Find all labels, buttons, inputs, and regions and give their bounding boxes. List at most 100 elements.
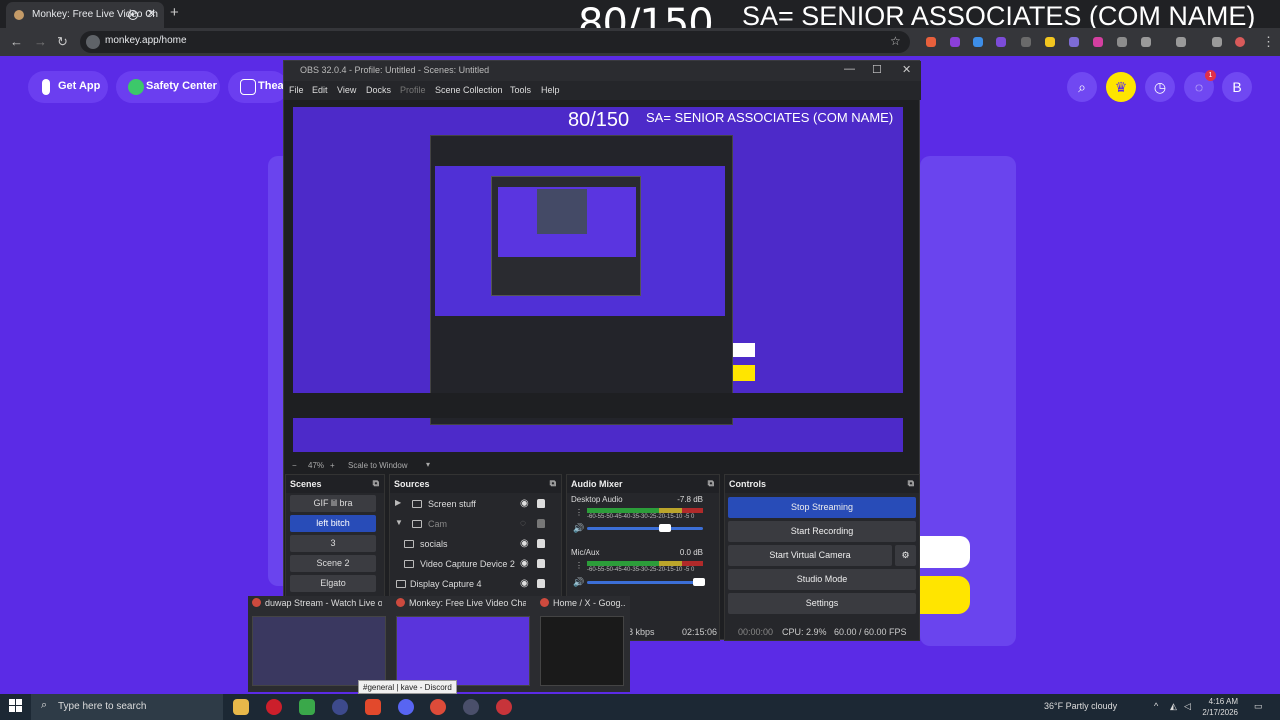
dock-float-icon[interactable]: ⧉ — [373, 478, 379, 489]
speaker-icon[interactable]: 🔊 — [573, 577, 584, 588]
studio-mode-button[interactable]: Studio Mode — [728, 569, 916, 590]
obs-icon[interactable] — [463, 699, 479, 715]
channel-menu-icon[interactable]: ⋮ — [575, 561, 583, 570]
thumbnail-title[interactable]: Monkey: Free Live Video Chat t... — [396, 598, 526, 608]
bookmark-star-icon[interactable]: ☆ — [890, 34, 901, 48]
tray-chevron-icon[interactable]: ^ — [1154, 701, 1158, 711]
extension-icon[interactable] — [1117, 37, 1127, 47]
zoom-minus-icon[interactable]: − — [292, 461, 297, 470]
profile-avatar-icon[interactable] — [1235, 37, 1245, 47]
network-icon[interactable]: ◭ — [1170, 701, 1177, 712]
search-icon[interactable]: ⌕ — [1067, 72, 1097, 102]
volume-slider[interactable] — [587, 581, 703, 584]
scene-item-selected[interactable]: left bitch — [290, 515, 376, 532]
extension-icon[interactable] — [996, 37, 1006, 47]
source-item[interactable]: Display Capture 4 ◉ — [390, 575, 560, 594]
weather-widget[interactable]: 36°F Partly cloudy — [1044, 701, 1117, 711]
forward-icon[interactable]: → — [34, 34, 47, 49]
app-icon[interactable] — [332, 699, 348, 715]
extension-icon[interactable] — [926, 37, 936, 47]
volume-knob[interactable] — [693, 578, 705, 586]
discord-icon[interactable] — [398, 699, 414, 715]
scene-item[interactable]: Scene 2 — [290, 555, 376, 572]
start-virtual-camera-button[interactable]: Start Virtual Camera — [728, 545, 892, 566]
extension-icon[interactable] — [1021, 37, 1031, 47]
menu-edit[interactable]: Edit — [312, 85, 328, 95]
lock-icon[interactable] — [537, 499, 545, 508]
settings-button[interactable]: Settings — [728, 593, 916, 614]
notification-icon[interactable]: ▭ — [1254, 701, 1263, 712]
white-button-edge[interactable] — [920, 536, 970, 568]
minimize-icon[interactable]: — — [844, 63, 855, 75]
extension-icon[interactable] — [973, 37, 983, 47]
opera-icon[interactable] — [266, 699, 282, 715]
speaker-icon[interactable]: 🔊 — [573, 523, 584, 534]
chrome-icon[interactable] — [430, 699, 446, 715]
extension-icon[interactable] — [1045, 37, 1055, 47]
taskbar-clock[interactable]: 4:16 AM 2/17/2026 — [1196, 696, 1238, 718]
extension-icon[interactable] — [950, 37, 960, 47]
menu-scene-collection[interactable]: Scene Collection — [435, 85, 503, 95]
safety-center-button[interactable]: Safety Center — [116, 71, 220, 103]
clock-icon[interactable]: ◷ — [1145, 72, 1175, 102]
eye-icon[interactable]: ◉ — [520, 578, 529, 589]
windows-start-icon[interactable] — [9, 699, 23, 713]
volume-slider[interactable] — [587, 527, 703, 530]
thumbnail-title[interactable]: Home / X - Goog... — [540, 598, 626, 608]
lock-icon[interactable] — [537, 579, 545, 588]
extensions-puzzle-icon[interactable] — [1141, 37, 1151, 47]
crown-icon[interactable]: ♛ — [1106, 72, 1136, 102]
app-icon[interactable] — [496, 699, 512, 715]
reload-icon[interactable]: ↻ — [57, 34, 68, 50]
chevron-down-icon[interactable]: ▾ — [426, 460, 430, 469]
menu-icon[interactable]: ⋮ — [1262, 34, 1275, 50]
volume-icon[interactable]: ◁ — [1184, 701, 1191, 712]
gear-icon[interactable]: ⚙ — [895, 545, 916, 566]
source-item[interactable]: ▼ Cam ◌ — [390, 515, 560, 534]
profile-icon[interactable]: B — [1222, 72, 1252, 102]
menu-docks[interactable]: Docks — [366, 85, 391, 95]
chevron-down-icon[interactable]: ▼ — [395, 518, 403, 527]
vpn-lock-icon[interactable] — [299, 699, 315, 715]
eye-icon[interactable]: ◉ — [520, 558, 529, 569]
site-info-icon[interactable] — [86, 35, 100, 49]
extension-icon[interactable] — [1093, 37, 1103, 47]
eye-icon[interactable]: ◉ — [520, 498, 529, 509]
thumbnail-preview[interactable] — [396, 616, 530, 686]
cast-icon[interactable] — [1176, 37, 1186, 47]
obs-preview[interactable]: 80/150 SA= SENIOR ASSOCIATES (COM NAME) — [293, 107, 903, 452]
thumbnail-preview[interactable] — [540, 616, 624, 686]
thumbnail-preview[interactable] — [252, 616, 386, 686]
close-icon[interactable]: ✕ — [902, 63, 911, 76]
maximize-icon[interactable]: ☐ — [872, 63, 882, 76]
eye-hidden-icon[interactable]: ◌ — [520, 518, 526, 529]
menu-file[interactable]: File — [289, 85, 304, 95]
source-item[interactable]: socials ◉ — [390, 535, 560, 554]
url-input[interactable]: monkey.app/home — [80, 31, 910, 53]
dock-float-icon[interactable]: ⧉ — [708, 478, 714, 489]
taskbar-search-input[interactable]: ⌕ Type here to search — [31, 694, 223, 720]
dock-float-icon[interactable]: ⧉ — [550, 478, 556, 489]
chevron-right-icon[interactable]: ▶ — [395, 498, 401, 507]
brave-icon[interactable] — [365, 699, 381, 715]
back-icon[interactable]: ← — [10, 34, 23, 49]
lock-icon[interactable] — [537, 519, 545, 528]
yellow-button-edge[interactable] — [920, 576, 970, 614]
source-item[interactable]: ▶ Screen stuff ◉ — [390, 495, 560, 514]
channel-menu-icon[interactable]: ⋮ — [575, 508, 583, 517]
lock-icon[interactable] — [537, 539, 545, 548]
media-icon[interactable] — [1212, 37, 1222, 47]
theater-button[interactable]: Thea — [228, 71, 288, 103]
menu-tools[interactable]: Tools — [510, 85, 531, 95]
get-app-button[interactable]: Get App — [28, 71, 108, 103]
browser-tab[interactable]: Monkey: Free Live Video Ch ✕ — [6, 2, 164, 28]
start-recording-button[interactable]: Start Recording — [728, 521, 916, 542]
scene-item[interactable]: GIF lil bra — [290, 495, 376, 512]
file-explorer-icon[interactable] — [233, 699, 249, 715]
extension-icon[interactable] — [1069, 37, 1079, 47]
zoom-plus-icon[interactable]: + — [330, 461, 335, 470]
scene-item[interactable]: Elgato — [290, 575, 376, 592]
scale-to-window[interactable]: Scale to Window — [348, 461, 408, 470]
menu-view[interactable]: View — [337, 85, 356, 95]
eye-icon[interactable]: ◉ — [520, 538, 529, 549]
